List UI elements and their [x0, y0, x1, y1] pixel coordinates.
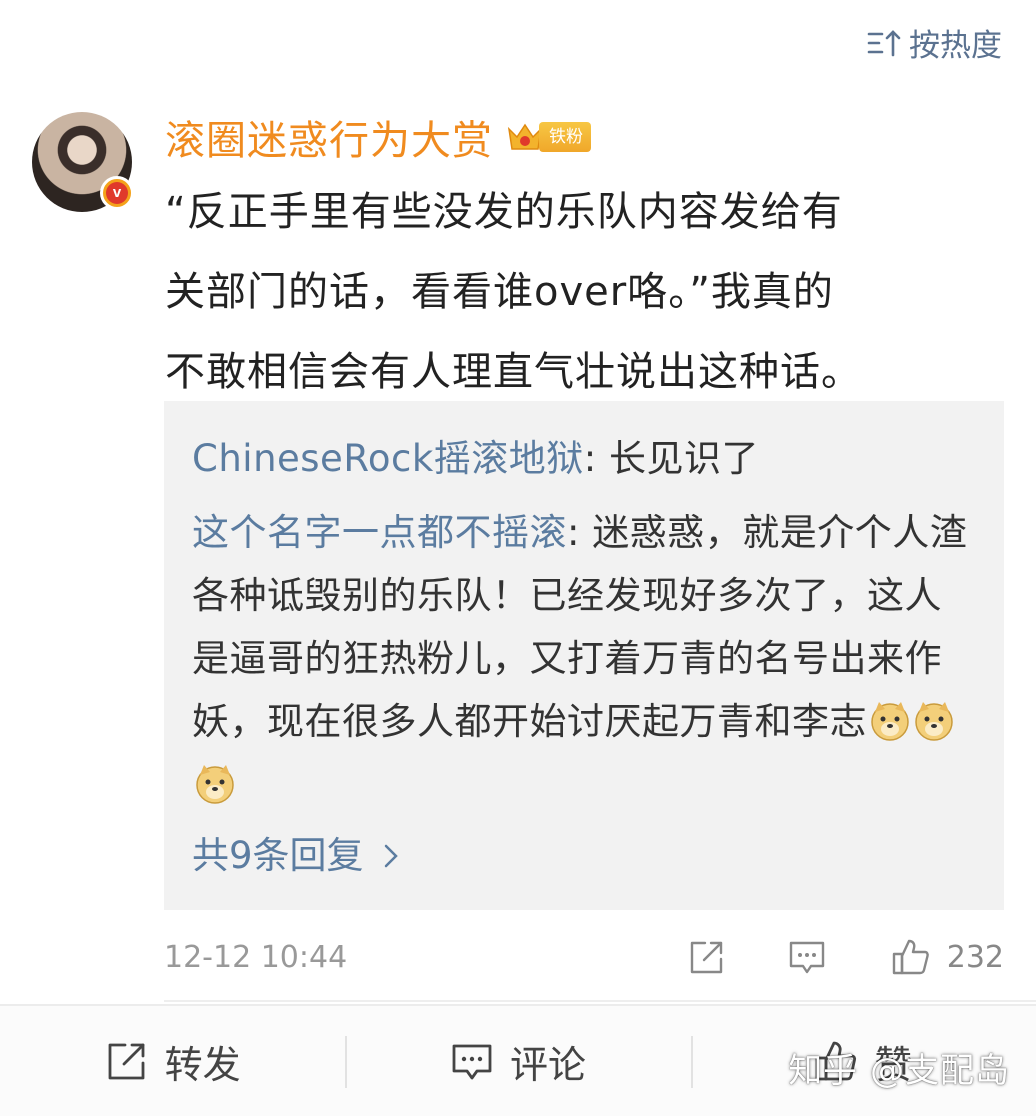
fan-badge: 铁粉 [505, 119, 591, 155]
reply-comment-icon[interactable] [787, 937, 827, 977]
comment-username[interactable]: 滚圈迷惑行为大赏 [165, 108, 493, 166]
fan-badge-label: 铁粉 [539, 122, 591, 152]
repost-icon [108, 1043, 145, 1080]
doge-emoji-icon [196, 765, 234, 804]
chevron-right-icon [384, 844, 398, 868]
reply-item: ChineseRock摇滚地狱: 长见识了 [192, 427, 974, 490]
repost-label: 转发 [164, 1042, 241, 1087]
reply-text: : 长见识了 [583, 437, 760, 480]
replies-box[interactable]: ChineseRock摇滚地狱: 长见识了 这个名字一点都不摇滚: 迷惑惑，就是… [164, 401, 1004, 910]
like-icon[interactable] [891, 937, 931, 977]
reply-username[interactable]: ChineseRock摇滚地狱 [192, 437, 584, 480]
comment-line: “反正手里有些没发的乐队内容发给有 [165, 189, 843, 235]
watermark: 知乎 @支配岛 [788, 1051, 1010, 1091]
comment-line: 关部门的话，看看谁over咯。”我真的 [165, 269, 834, 315]
like-count: 232 [946, 939, 1004, 975]
doge-emoji-icon [871, 702, 909, 741]
comment-button[interactable]: 评论 [345, 1006, 690, 1116]
comment-line: 不敢相信会有人理直气壮说出这种话。 [165, 349, 862, 395]
repost-button[interactable]: 转发 [0, 1006, 345, 1116]
verified-badge-icon: v [100, 176, 134, 210]
more-replies-link[interactable]: 共9条回复 [192, 826, 398, 886]
comment-icon [452, 1044, 492, 1080]
divider [164, 1000, 1036, 1002]
avatar[interactable]: v [32, 112, 134, 212]
more-replies-label: 共9条回复 [192, 834, 364, 877]
share-icon[interactable] [687, 937, 727, 977]
sort-label: 按热度 [909, 28, 1002, 64]
sort-icon [867, 29, 901, 56]
doge-emoji-icon [915, 702, 953, 741]
reply-username[interactable]: 这个名字一点都不摇滚 [192, 511, 567, 554]
reply-item: 这个名字一点都不摇滚: 迷惑惑，就是介个人渣各种诋毁别的乐队！已经发现好多次了，… [192, 501, 974, 816]
sort-by-hot-button[interactable]: 按热度 [867, 20, 1002, 65]
comment-label: 评论 [509, 1042, 586, 1087]
comment-text: “反正手里有些没发的乐队内容发给有 关部门的话，看看谁over咯。”我真的 不敢… [165, 172, 1000, 412]
comment-timestamp: 12-12 10:44 [164, 939, 348, 975]
